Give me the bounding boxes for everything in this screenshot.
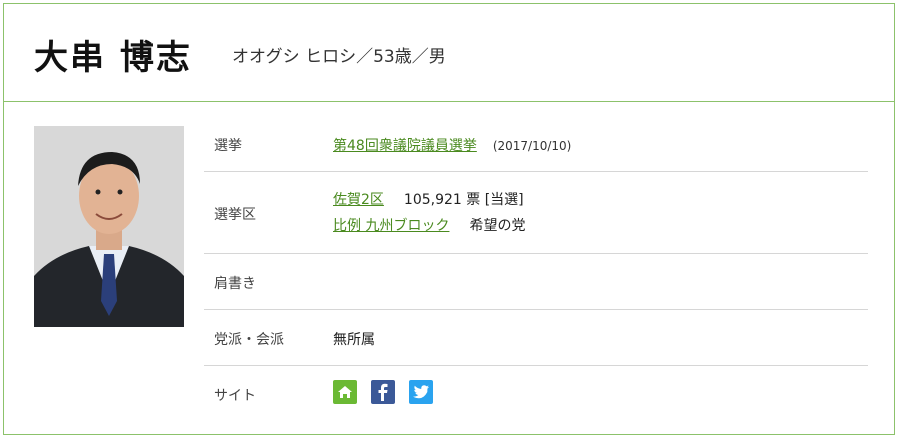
- row-site: サイト: [204, 366, 868, 422]
- candidate-name: 大串 博志: [34, 38, 192, 78]
- portrait-image: [34, 126, 184, 327]
- candidate-photo: [34, 126, 184, 327]
- election-label: 選挙: [214, 138, 242, 154]
- facebook-icon[interactable]: [371, 380, 395, 404]
- row-election: 選挙 第48回衆議院議員選挙 (2017/10/10): [204, 115, 868, 172]
- district-result: 105,921 票 [当選]: [403, 192, 524, 208]
- election-link[interactable]: 第48回衆議院議員選挙: [333, 138, 477, 154]
- title-label: 肩書き: [214, 276, 256, 292]
- twitter-icon[interactable]: [409, 380, 433, 404]
- site-label: サイト: [214, 388, 256, 404]
- candidate-kana-age-gender: オオグシ ヒロシ／53歳／男: [232, 47, 446, 67]
- candidate-card: 大串 博志 オオグシ ヒロシ／53歳／男 選挙 第48回衆議院議員選挙 (201…: [3, 3, 895, 435]
- party-label: 党派・会派: [214, 332, 284, 348]
- pr-party: 希望の党: [469, 218, 526, 234]
- row-title: 肩書き: [204, 254, 868, 310]
- home-icon[interactable]: [333, 380, 357, 404]
- pr-line: 比例 九州ブロック 希望の党: [333, 215, 525, 235]
- site-icons: [333, 380, 433, 404]
- row-party: 党派・会派 無所属: [204, 310, 868, 366]
- district-label: 選挙区: [214, 207, 256, 223]
- district-line: 佐賀2区 105,921 票 [当選]: [333, 189, 524, 209]
- election-date: (2017/10/10): [492, 139, 572, 153]
- pr-block-link[interactable]: 比例 九州ブロック: [333, 218, 449, 234]
- party-value: 無所属: [333, 332, 375, 348]
- election-value: 第48回衆議院議員選挙 (2017/10/10): [333, 135, 571, 155]
- row-district: 選挙区 佐賀2区 105,921 票 [当選] 比例 九州ブロック 希望の党: [204, 172, 868, 254]
- info-table: 選挙 第48回衆議院議員選挙 (2017/10/10) 選挙区 佐賀2区 105,9…: [204, 115, 868, 422]
- card-header: 大串 博志 オオグシ ヒロシ／53歳／男: [4, 4, 894, 102]
- district-link[interactable]: 佐賀2区: [333, 192, 384, 208]
